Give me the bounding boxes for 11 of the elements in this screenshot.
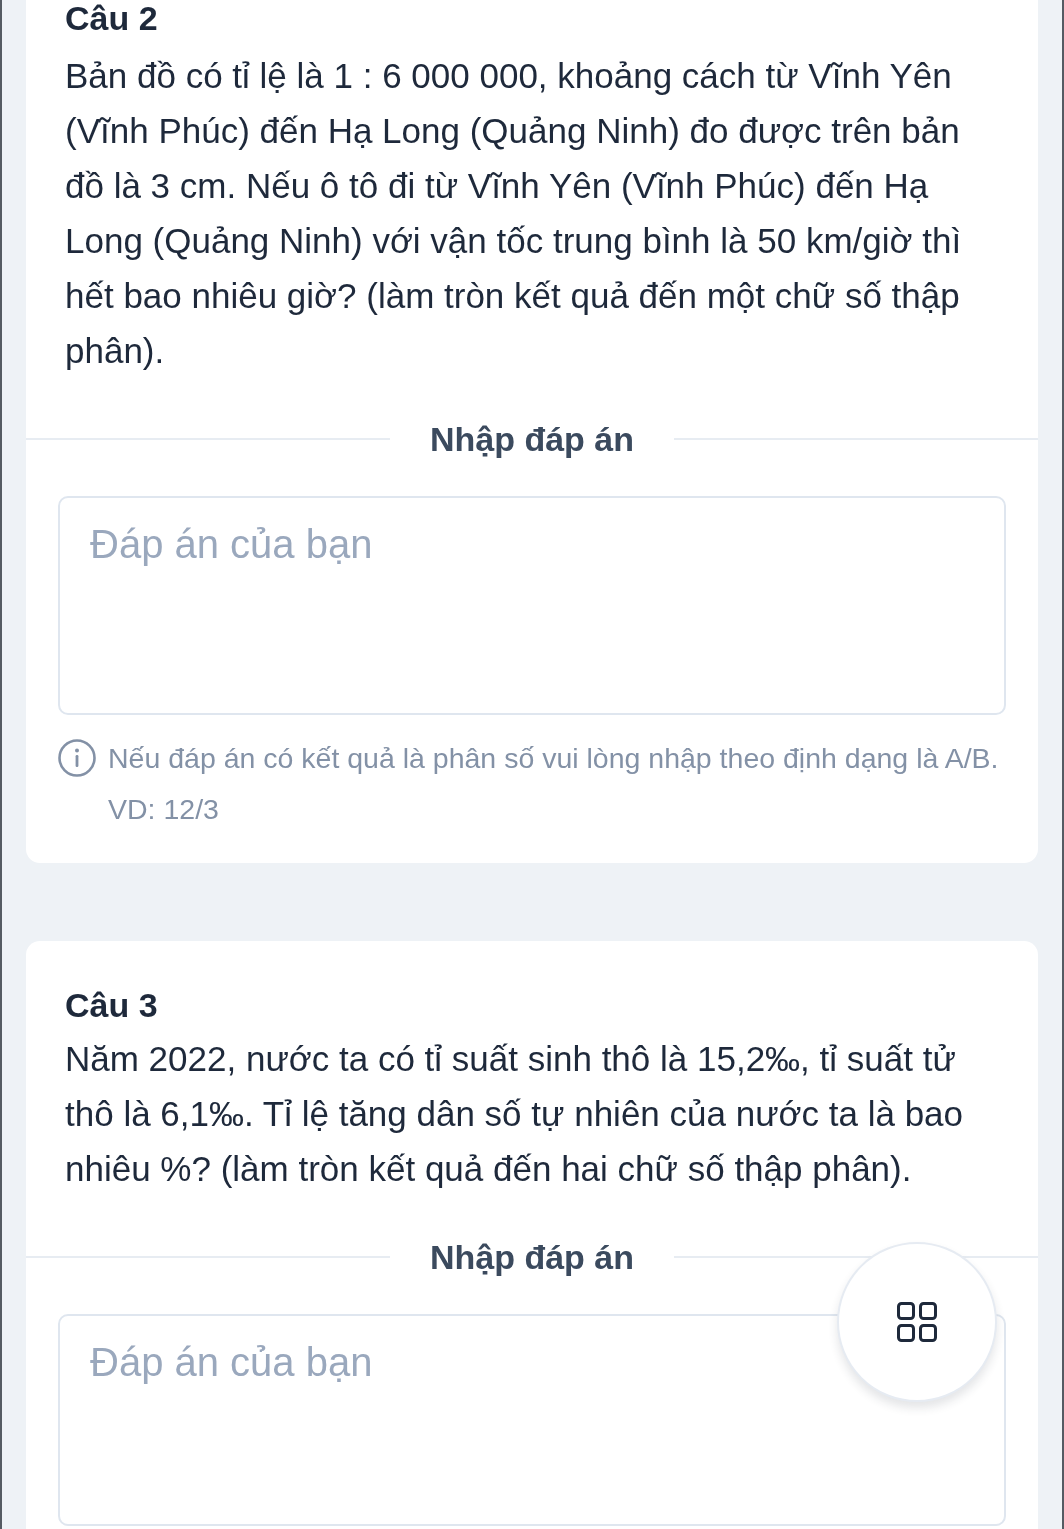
hint-text: Nếu đáp án có kết quả là phân số vui lòng nhập theo định dạng là A/B. VD: 12/3 — [108, 741, 1000, 827]
question-title: Câu 3 — [64, 985, 159, 1026]
answer-heading: Nhập đáp án — [430, 419, 634, 459]
answer-field[interactable]: Đáp án của bạn — [58, 1314, 1006, 1526]
question-text: Năm 2022, nước ta có tỉ suất sinh thô là 15,2‰, tỉ suất tử thô là 6,1‰. Tỉ lệ tăng dân số tự nhiên của nước ta là bao nhiêu %? (làm tròn kết quả đến hai chữ số thập phân). — [64, 1038, 965, 1190]
question-title: Câu 2 — [64, 0, 159, 36]
info-icon — [58, 739, 96, 777]
question-text: Bản đồ có tỉ lệ là 1 : 6 000 000, khoảng cách từ Vĩnh Yên (Vĩnh Phúc) đến Hạ Long (Quảng Ninh) đo được trên bản đồ là 3 cm. Nếu ô tô đi từ Vĩnh Yên (Vĩnh Phúc) đến Hạ Long (Quảng Ninh) với vận tốc trung bình là 50 km/giờ thì hết bao nhiêu giờ? (làm tròn kết quả đến một chữ số thập phân). — [64, 55, 963, 372]
answer-heading: Nhập đáp án — [430, 1237, 634, 1277]
grid-icon — [897, 1302, 937, 1342]
answer-field[interactable]: Đáp án của bạn — [58, 496, 1006, 715]
